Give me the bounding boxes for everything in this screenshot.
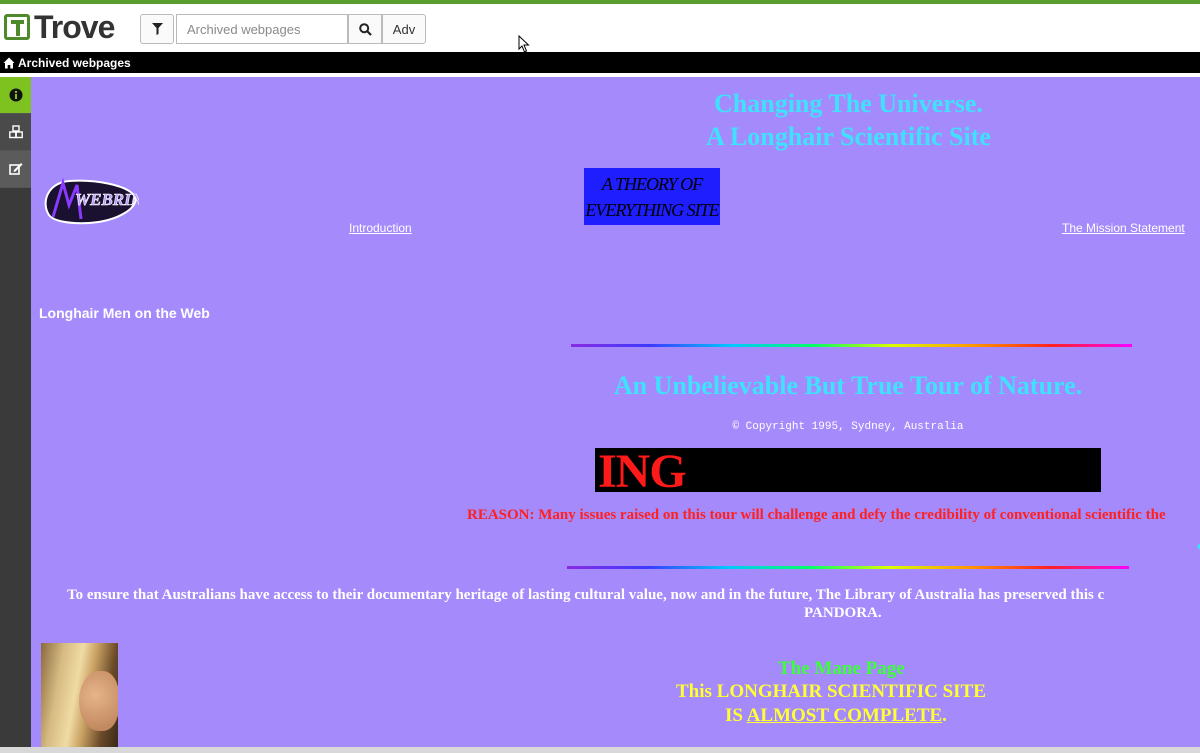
portrait-image[interactable] [41,643,118,747]
tour-heading: An Unbelievable But True Tour of Nature. [613,371,1083,400]
longhair-men-label[interactable]: Longhair Men on the Web [39,305,210,321]
filter-icon [151,23,163,35]
reason-text: REASON: Many issues raised on this tour … [467,507,1166,523]
webring-label: WEBRING [75,190,139,209]
site-status-line2: IS ALMOST COMPLETE. [725,705,947,727]
mane-page-link[interactable]: The Mane Page [778,658,905,680]
mouse-cursor-icon [518,35,530,53]
top-bar: Trove Adv [0,0,1200,53]
edit-icon [8,163,22,175]
theory-of-everything-banner[interactable]: A THEORY OF EVERYTHING SITE [584,168,720,225]
info-button[interactable] [0,77,31,114]
site-status-prefix: IS [725,705,747,726]
trove-logo[interactable]: Trove [4,8,115,45]
rainbow-divider [571,344,1132,347]
versions-button[interactable] [0,114,31,151]
archived-page: Changing The Universe. A Longhair Scient… [31,77,1200,747]
theory-banner-line2: EVERYTHING SITE [585,200,719,220]
page-title: Changing The Universe. A Longhair Scient… [661,87,1036,153]
pandora-label[interactable]: PANDORA. [804,605,882,622]
site-status-suffix: . [942,705,947,726]
cubes-icon [8,125,23,139]
page-title-line2: A Longhair Scientific Site [706,122,991,151]
home-icon[interactable] [3,57,15,69]
search-icon [358,22,372,36]
filter-button[interactable] [140,14,174,44]
copyright-notice: © Copyright 1995, Sydney, Australia [732,421,964,433]
advanced-search-button[interactable]: Adv [382,14,426,44]
search-input[interactable] [176,14,348,44]
site-status-line1: This LONGHAIR SCIENTIFIC SITE [676,681,986,702]
breadcrumb-label[interactable]: Archived webpages [18,56,131,70]
edit-button[interactable] [0,151,31,188]
decorative-glyph: ◖ [1195,539,1200,553]
search-button[interactable] [348,14,382,44]
theory-banner-line1: A THEORY OF [601,174,703,194]
page-title-line1: Changing The Universe. [714,89,983,118]
breadcrumb: Archived webpages [0,52,1200,73]
pandora-notice: To ensure that Australians have access t… [67,587,1105,603]
almost-complete-link[interactable]: ALMOST COMPLETE [747,705,942,726]
portrait-face [79,671,118,731]
marquee-text: ING [598,448,687,492]
horizontal-scrollbar[interactable] [0,747,1200,753]
mission-statement-link[interactable]: The Mission Statement [1062,221,1185,235]
introduction-link[interactable]: Introduction [349,221,412,235]
info-icon [9,88,22,102]
rainbow-divider [567,566,1129,569]
app-name: Trove [34,8,115,45]
webring-logo[interactable]: WEBRING [39,175,139,227]
trove-logo-icon [4,14,30,40]
side-toolbar [0,77,31,753]
scrolling-marquee: ING [595,448,1101,492]
